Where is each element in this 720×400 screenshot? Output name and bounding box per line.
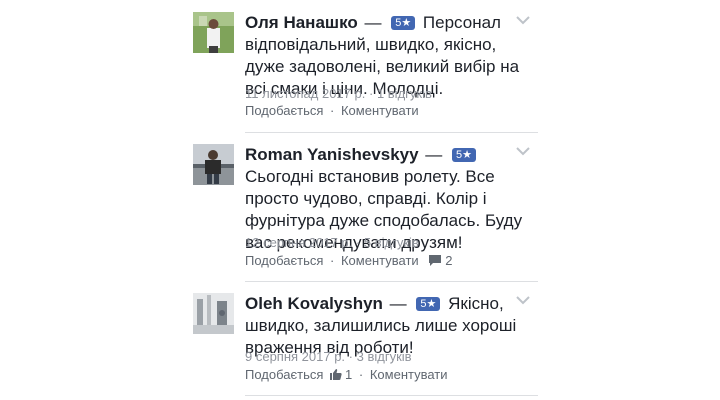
like-button[interactable]: Подобається <box>245 103 323 118</box>
rating-badge: 5★ <box>452 148 477 162</box>
comment-button[interactable]: Коментувати <box>341 103 419 118</box>
like-button[interactable]: Подобається <box>245 367 323 382</box>
divider <box>245 281 538 282</box>
review-actions: Подобається · Коментувати <box>245 103 419 119</box>
avatar[interactable] <box>193 293 234 334</box>
avatar[interactable] <box>193 12 234 53</box>
meta-dot: · <box>355 235 361 250</box>
action-dot: · <box>330 103 335 118</box>
review-meta: 9 серпня 2017 р. · 3 відгуків <box>245 349 412 365</box>
review-replies[interactable]: 1 відгуків <box>377 86 432 101</box>
meta-dot: · <box>348 349 354 364</box>
like-count[interactable]: 1 <box>345 367 352 382</box>
comment-button[interactable]: Коментувати <box>370 367 448 382</box>
chevron-down-icon[interactable] <box>516 292 530 305</box>
review-replies[interactable]: 5 відгуків <box>364 235 419 250</box>
action-dot: · <box>358 367 364 382</box>
comment-count[interactable]: 2 <box>445 253 452 268</box>
action-dot: · <box>330 253 335 268</box>
rating-badge: 5★ <box>416 297 441 311</box>
comment-button[interactable]: Коментувати <box>341 253 419 268</box>
author-separator: — <box>425 145 443 164</box>
rating-badge: 5★ <box>391 16 416 30</box>
divider <box>245 132 538 133</box>
divider <box>245 395 538 396</box>
review-meta: 12 серпня 2017 р. · 5 відгуків <box>245 235 419 251</box>
review-date[interactable]: 11 листопад 2017 р. <box>245 86 365 101</box>
review-author[interactable]: Оля Нанашко <box>245 13 358 32</box>
review-replies[interactable]: 3 відгуків <box>357 349 412 364</box>
review-author[interactable]: Oleh Kovalyshyn <box>245 294 383 313</box>
author-separator: — <box>364 13 382 32</box>
chevron-down-icon[interactable] <box>516 143 530 156</box>
thumbs-up-icon[interactable] <box>329 368 342 385</box>
meta-dot: · <box>368 86 374 101</box>
review-date[interactable]: 12 серпня 2017 р. <box>245 235 352 250</box>
comment-icon[interactable] <box>428 254 442 271</box>
reviews-feed: Оля Нанашко — 5★ Персонал відповідальний… <box>0 0 720 400</box>
chevron-down-icon[interactable] <box>516 12 530 25</box>
author-separator: — <box>389 294 407 313</box>
like-button[interactable]: Подобається <box>245 253 323 268</box>
review-actions: Подобається 1 · Коментувати <box>245 367 448 385</box>
review-date[interactable]: 9 серпня 2017 р. <box>245 349 345 364</box>
review-meta: 11 листопад 2017 р. · 1 відгуків <box>245 86 432 102</box>
avatar[interactable] <box>193 144 234 185</box>
review-actions: Подобається · Коментувати 2 <box>245 253 453 271</box>
review-author[interactable]: Roman Yanishevskyy <box>245 145 419 164</box>
